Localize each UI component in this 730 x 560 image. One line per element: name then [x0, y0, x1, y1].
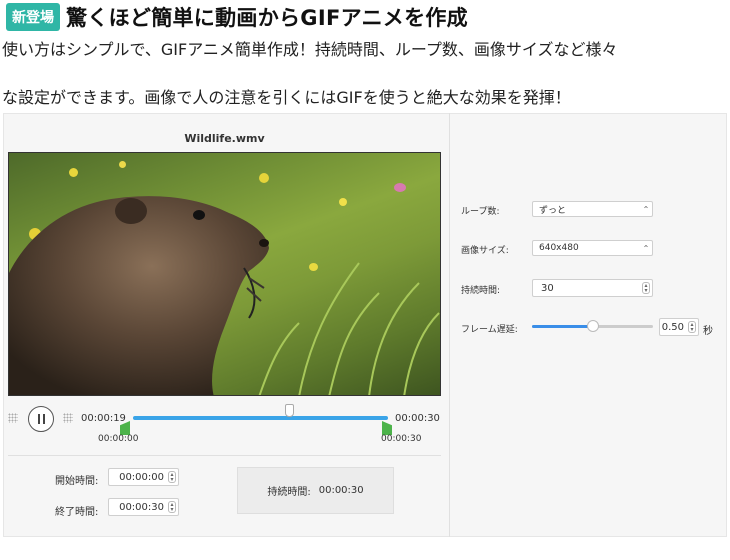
timeline-track[interactable] — [133, 416, 388, 420]
current-time: 00:00:19 — [81, 413, 126, 424]
duration-value: 00:00:30 — [318, 485, 364, 496]
duration-setting-value: 30 — [541, 282, 554, 294]
chevron-updown-icon: ⌃ — [642, 243, 650, 253]
frame-delay-label: フレーム遅延: — [461, 325, 518, 335]
description-line-2: な設定ができます。画像で人の注意を引くにはGIFを使うと絶大な効果を発揮！ — [2, 88, 571, 107]
end-time: 00:00:30 — [395, 413, 440, 424]
chevron-updown-icon: ⌃ — [642, 204, 650, 214]
loop-label: ループ数: — [461, 207, 500, 217]
new-badge: 新登場 — [6, 3, 60, 31]
video-preview[interactable] — [8, 152, 441, 396]
frame-delay-input[interactable]: 0.50 ▴ ▾ — [659, 318, 699, 336]
size-label: 画像サイズ: — [461, 246, 509, 256]
trim-end-handle[interactable] — [382, 421, 392, 435]
size-value: 640x480 — [539, 243, 579, 253]
start-time-input[interactable]: 00:00:00 ▴ ▾ — [108, 468, 179, 486]
marmot-silhouette — [9, 196, 440, 395]
frame-delay-value: 0.50 — [661, 321, 684, 333]
size-select[interactable]: 640x480 ⌃ — [532, 240, 653, 256]
frame-delay-unit: 秒 — [703, 326, 713, 337]
spin-arrows-icon[interactable]: ▴ ▾ — [168, 471, 176, 483]
drag-grip-icon[interactable] — [63, 413, 73, 423]
spin-arrows-icon[interactable]: ▴ ▾ — [642, 282, 650, 294]
playhead-handle[interactable] — [285, 404, 294, 417]
end-time-input[interactable]: 00:00:30 ▴ ▾ — [108, 498, 179, 516]
frame-delay-slider-fill — [532, 325, 593, 328]
section-divider — [8, 455, 441, 456]
end-marker-time: 00:00:30 — [381, 434, 422, 444]
end-time-label: 終了時間: — [55, 507, 99, 518]
end-time-value: 00:00:30 — [119, 501, 164, 513]
spin-arrows-icon[interactable]: ▴ ▾ — [168, 501, 176, 513]
video-filename: Wildlife.wmv — [184, 132, 265, 145]
duration-setting-label: 持続時間: — [461, 286, 501, 296]
start-time-label: 開始時間: — [55, 476, 99, 487]
frame-delay-slider-thumb[interactable] — [586, 320, 599, 332]
duration-display: 持続時間: 00:00:30 — [237, 467, 394, 514]
start-marker-time: 00:00:00 — [98, 434, 139, 444]
loop-select[interactable]: ずっと ⌃ — [532, 201, 653, 217]
headline: 新登場 驚くほど簡単に動画からGIFアニメを作成 — [6, 2, 468, 32]
loop-value: ずっと — [539, 205, 567, 216]
duration-label: 持続時間: — [267, 487, 311, 498]
spin-arrows-icon[interactable]: ▴ ▾ — [688, 321, 696, 333]
pause-button[interactable] — [28, 406, 54, 432]
duration-setting-input[interactable]: 30 ▴ ▾ — [532, 279, 653, 297]
panel-divider — [449, 113, 450, 537]
drag-grip-icon[interactable] — [8, 413, 18, 423]
description-line-1: 使い方はシンプルで、GIFアニメ簡単作成！持続時間、ループ数、画像サイズなど様々 — [2, 40, 618, 59]
start-time-value: 00:00:00 — [119, 471, 164, 483]
playback-controls: 00:00:19 00:00:30 00:00:00 00:00:30 — [8, 403, 441, 445]
headline-title: 驚くほど簡単に動画からGIFアニメを作成 — [66, 6, 468, 30]
